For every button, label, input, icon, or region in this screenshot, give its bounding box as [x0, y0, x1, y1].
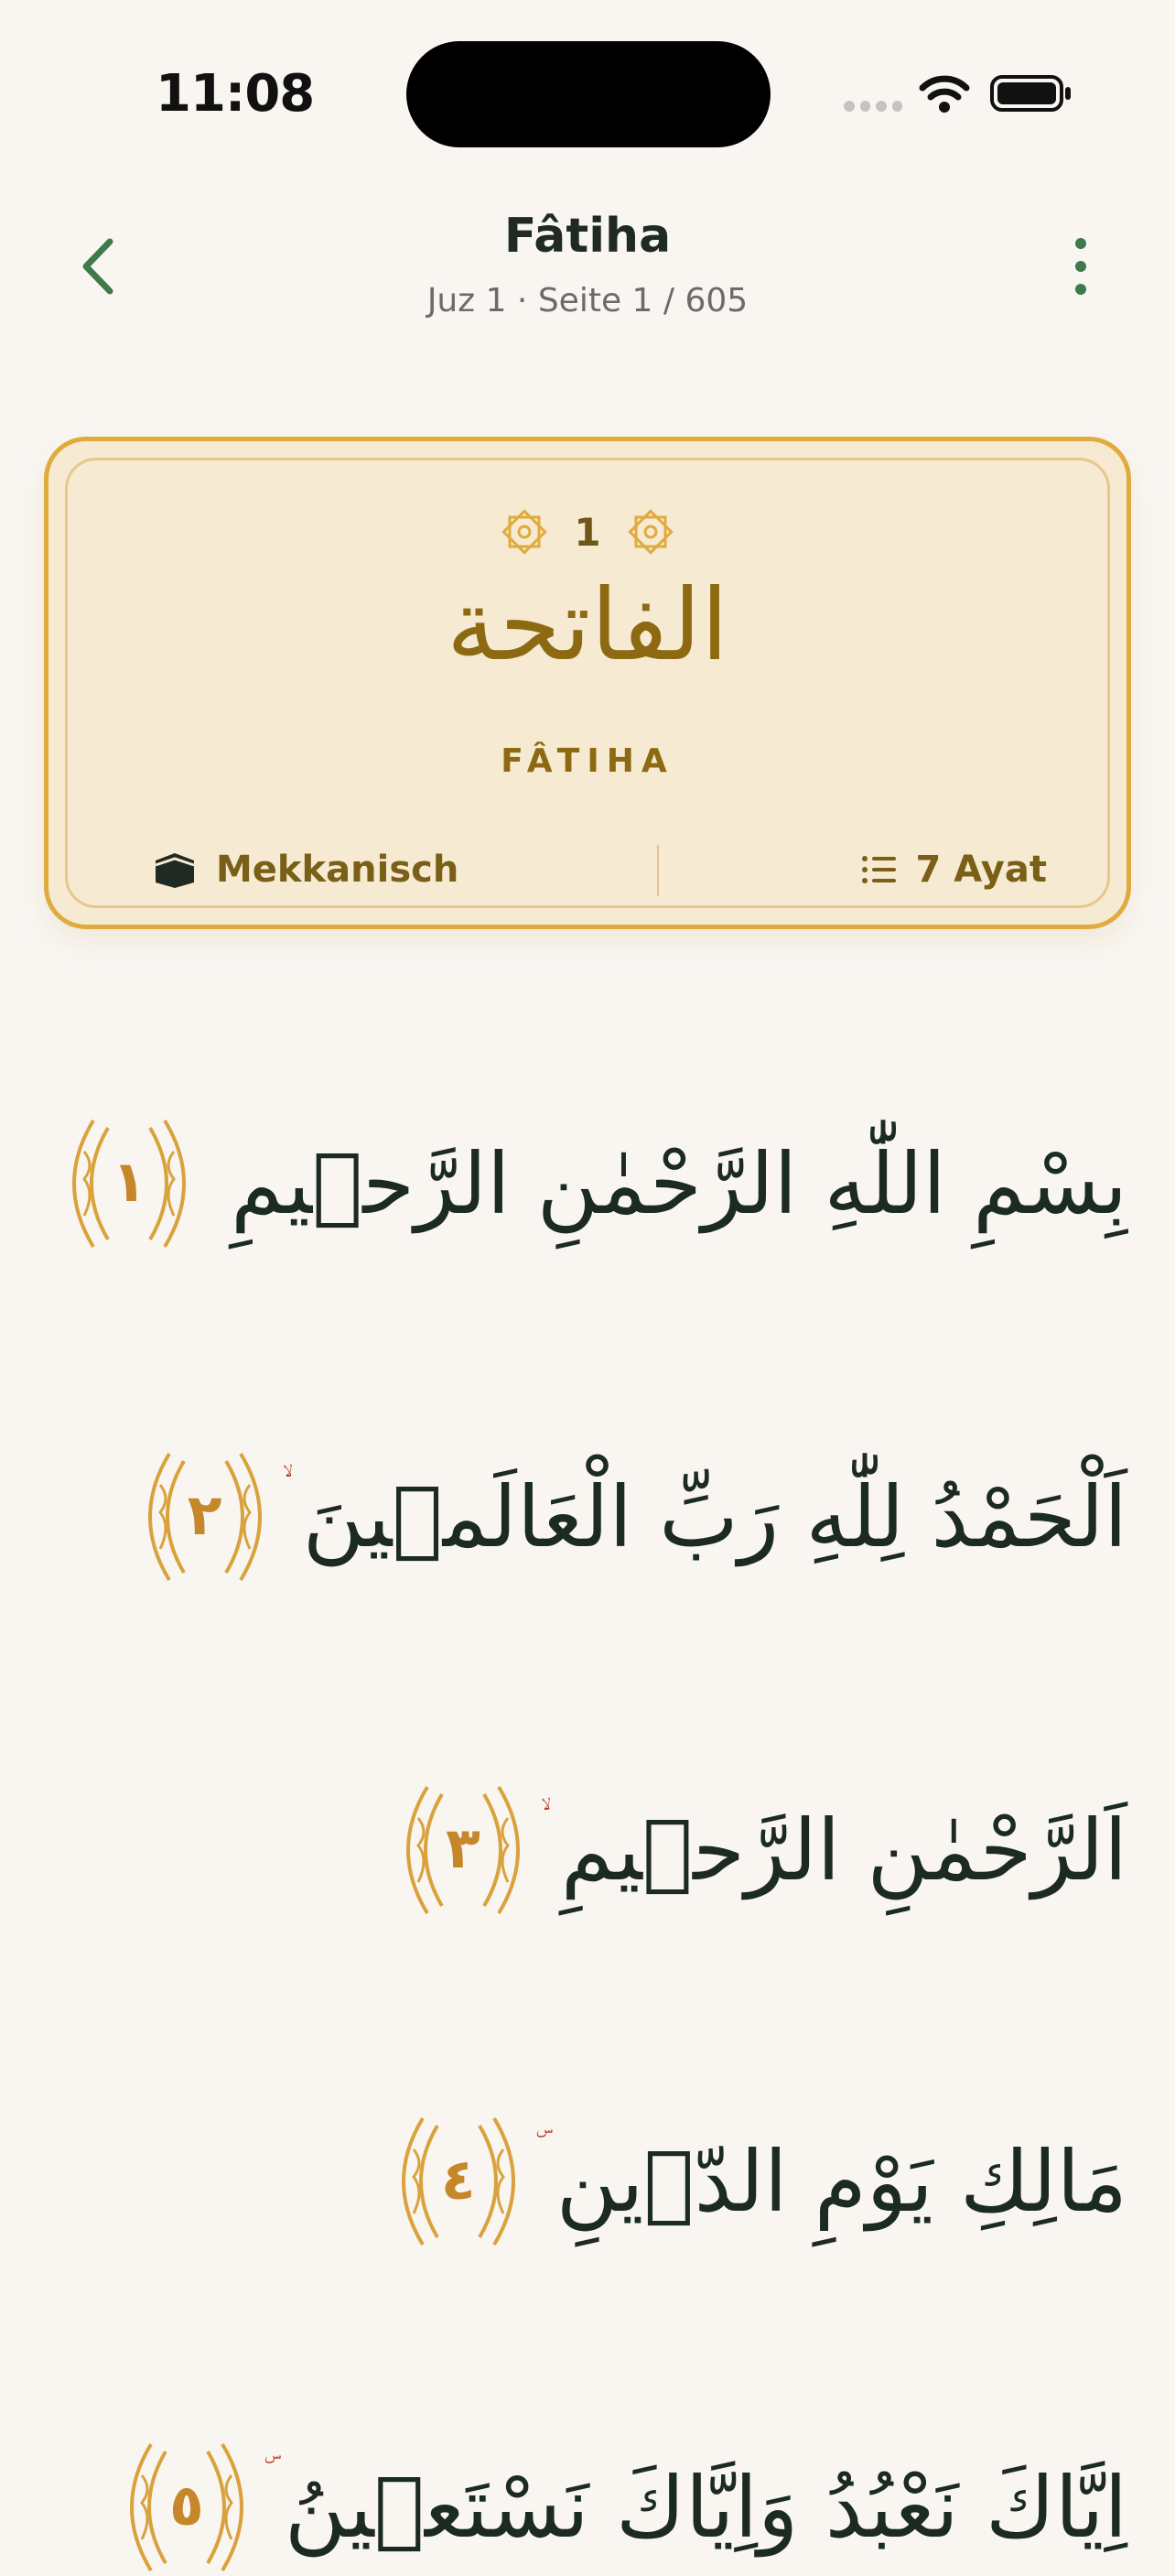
- verse-text: بِسْمِ اللّٰهِ الرَّحْمٰنِ الرَّح۪يمِ: [231, 1134, 1127, 1233]
- kaaba-icon: [155, 853, 195, 888]
- verse-3[interactable]: اَلرَّحْمٰنِ الرَّح۪يمِ ۙ ٣: [382, 1781, 1127, 1919]
- verse-number: ٢: [187, 1481, 222, 1548]
- verse-number-marker: ٤: [377, 2113, 540, 2250]
- verse-5[interactable]: اِيَّاكَ نَعْبُدُ وَاِيَّاكَ نَسْتَع۪ينُ…: [105, 2439, 1127, 2576]
- verse-text: مَالِكِ يَوْمِ الدّ۪ينِ: [555, 2132, 1127, 2231]
- ayat-count-label: 7 Ayat: [915, 849, 1047, 891]
- verse-number-marker: ٣: [382, 1781, 544, 1919]
- ayat-count: 7 Ayat: [861, 849, 1047, 891]
- surah-latin-name: FÂTIHA: [501, 742, 674, 780]
- page-subtitle: Juz 1 · Seite 1 / 605: [426, 282, 749, 319]
- verse-4[interactable]: مَالِكِ يَوْمِ الدّ۪ينِ ۜ ٤: [377, 2113, 1127, 2250]
- verse-number-marker: ٥: [105, 2439, 268, 2576]
- verse-1[interactable]: بِسْمِ اللّٰهِ الرَّحْمٰنِ الرَّح۪يمِ ١: [48, 1115, 1127, 1252]
- verse-number-marker: ١: [48, 1115, 210, 1252]
- verse-text: اِيَّاكَ نَعْبُدُ وَاِيَّاكَ نَسْتَع۪ينُ: [284, 2458, 1127, 2557]
- verse-number: ٥: [169, 2472, 204, 2538]
- verse-2[interactable]: اَلْحَمْدُ لِلّٰهِ رَبِّ الْعَالَم۪ينَ ۙ…: [124, 1448, 1127, 1586]
- wifi-icon: [919, 73, 970, 117]
- status-time: 11:08: [156, 64, 315, 124]
- card-inner-border: 1 الفاتحة FÂTIHA Mekkanisch 7 Ayat: [65, 458, 1110, 908]
- star-ornament-icon: [627, 509, 674, 555]
- revelation-place: Mekkanisch: [152, 849, 458, 891]
- list-icon: [861, 856, 896, 883]
- verse-number: ١: [112, 1148, 147, 1215]
- cellular-signal-icon: [844, 101, 902, 115]
- surah-info-card: 1 الفاتحة FÂTIHA Mekkanisch 7 Ayat: [44, 437, 1131, 929]
- more-vertical-icon: [1075, 238, 1086, 295]
- surah-number-row: 1: [68, 506, 1107, 557]
- verse-number: ٣: [445, 1814, 480, 1881]
- verse-text: اَلرَّحْمٰنِ الرَّح۪يمِ: [560, 1801, 1127, 1900]
- page-title: Fâtiha: [503, 209, 672, 264]
- surah-number: 1: [574, 509, 601, 555]
- card-divider: [657, 845, 659, 896]
- dynamic-island: [406, 41, 771, 147]
- verse-number-marker: ٢: [124, 1448, 286, 1586]
- battery-icon: [990, 73, 1073, 117]
- more-options-button[interactable]: [1062, 234, 1100, 298]
- surah-arabic-name: الفاتحة: [446, 568, 729, 683]
- verse-number: ٤: [440, 2146, 476, 2213]
- star-ornament-icon: [501, 509, 548, 555]
- verse-text: اَلْحَمْدُ لِلّٰهِ رَبِّ الْعَالَم۪ينَ: [302, 1467, 1127, 1566]
- revelation-label: Mekkanisch: [216, 849, 459, 891]
